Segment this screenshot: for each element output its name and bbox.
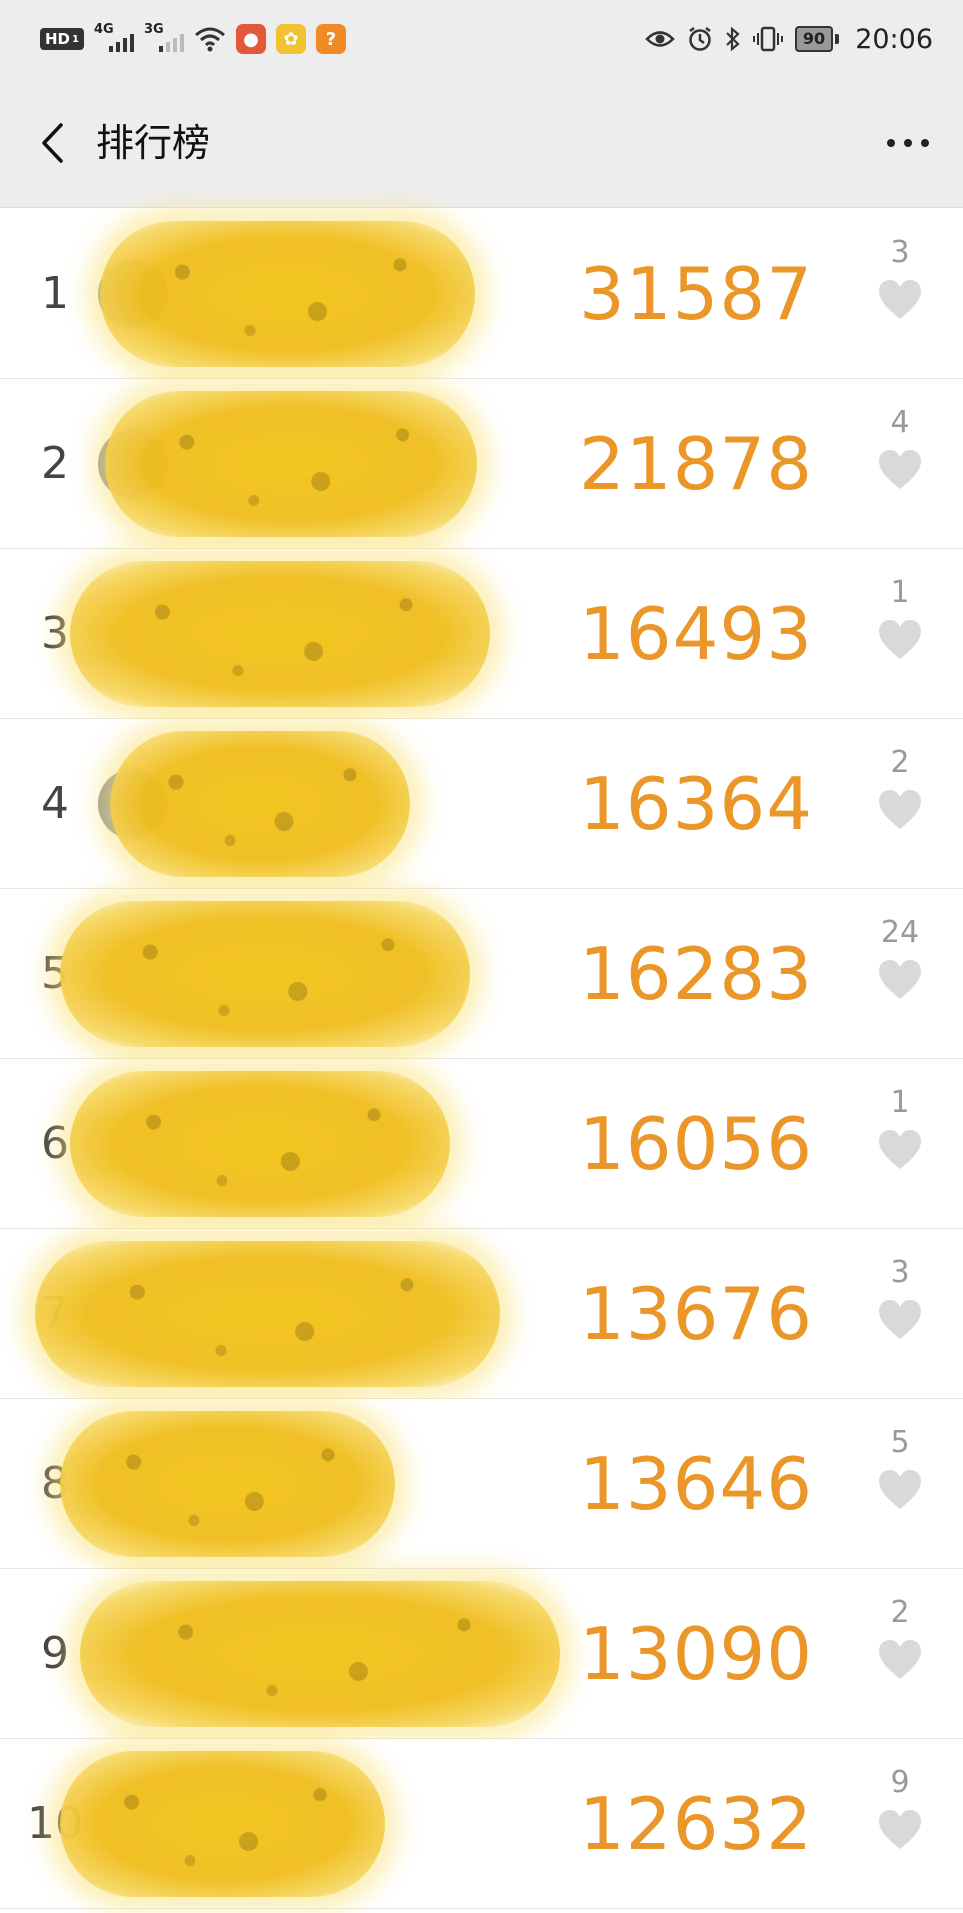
ranking-row[interactable]: 6 16056 1 (0, 1059, 963, 1229)
like-count: 24 (880, 915, 920, 950)
clock: 20:06 (855, 23, 933, 55)
redacted-user-info (80, 1581, 560, 1727)
more-button[interactable] (873, 123, 943, 163)
step-count: 13090 (578, 1612, 813, 1696)
more-dots-icon (887, 139, 895, 147)
like-button[interactable]: 1 (855, 1083, 945, 1171)
like-count: 2 (890, 745, 910, 780)
like-button[interactable]: 2 (855, 743, 945, 831)
ranking-row[interactable]: 4 16364 2 (0, 719, 963, 889)
signal-4g-icon: 4G (94, 22, 134, 54)
rank-number: 1 (41, 268, 69, 319)
hd-label: HD (45, 30, 71, 48)
status-left: HD 1 4G 3G ● ✿ ? (40, 20, 346, 58)
ranking-row[interactable]: 1 31587 3 (0, 209, 963, 379)
battery-icon: 90 (794, 26, 840, 52)
heart-icon (879, 450, 921, 489)
ranking-row[interactable]: 2 21878 4 (0, 379, 963, 549)
ranking-row[interactable]: 9 13090 2 (0, 1569, 963, 1739)
redacted-user-info (100, 221, 475, 367)
redacted-user-info (35, 1241, 500, 1387)
like-button[interactable]: 9 (855, 1763, 945, 1851)
back-button[interactable] (30, 113, 74, 173)
like-button[interactable]: 2 (855, 1593, 945, 1681)
step-count: 16493 (578, 592, 813, 676)
step-count: 31587 (578, 252, 813, 336)
redacted-user-info (70, 1071, 450, 1217)
rank-number: 2 (41, 438, 69, 489)
hd-badge: HD 1 (40, 28, 84, 50)
like-button[interactable]: 1 (855, 573, 945, 661)
hd-sub: 1 (72, 33, 79, 45)
like-count: 5 (890, 1425, 910, 1460)
step-count: 21878 (578, 422, 813, 506)
like-count: 2 (890, 1595, 910, 1630)
like-count: 9 (890, 1765, 910, 1800)
app-notification-icon: ✿ (275, 24, 306, 54)
signal-3g-icon: 3G (144, 22, 184, 54)
step-count: 16283 (578, 932, 813, 1016)
step-count: 13646 (578, 1442, 813, 1526)
like-button[interactable]: 5 (855, 1423, 945, 1511)
eye-icon (645, 31, 675, 47)
heart-icon (879, 1810, 921, 1849)
like-count: 4 (890, 405, 910, 440)
heart-icon (879, 960, 921, 999)
heart-icon (879, 1130, 921, 1169)
status-bar: HD 1 4G 3G ● ✿ ? 90 20:06 (0, 0, 963, 78)
step-count: 12632 (578, 1782, 813, 1866)
like-count: 1 (890, 1085, 910, 1120)
app-notification-icon: ? (315, 24, 346, 54)
step-count: 16364 (578, 762, 813, 846)
step-count: 13676 (578, 1272, 813, 1356)
like-button[interactable]: 3 (855, 233, 945, 321)
heart-icon (879, 790, 921, 829)
redacted-user-info (110, 731, 410, 877)
ranking-row[interactable]: 5 16283 24 (0, 889, 963, 1059)
heart-icon (879, 1470, 921, 1509)
ranking-list: 1 31587 3 2 21878 4 3 16493 1 4 16364 2 5 16283 24 6 160… (0, 209, 963, 1909)
ranking-row[interactable]: 10 12632 9 (0, 1739, 963, 1909)
nav-bar: 排行榜 (0, 78, 963, 208)
heart-icon (879, 280, 921, 319)
chevron-left-icon (42, 123, 63, 163)
wifi-icon (195, 27, 225, 52)
page-title: 排行榜 (96, 121, 211, 165)
like-button[interactable]: 24 (855, 913, 945, 1001)
app-notification-icon: ● (235, 24, 266, 54)
status-right: 90 20:06 (645, 20, 933, 58)
battery-level: 90 (794, 26, 834, 52)
redacted-user-info (70, 561, 490, 707)
rank-number: 4 (41, 778, 69, 829)
heart-icon (879, 1300, 921, 1339)
vibrate-icon (752, 26, 783, 52)
ranking-row[interactable]: 8 13646 5 (0, 1399, 963, 1569)
like-button[interactable]: 3 (855, 1253, 945, 1341)
alarm-icon (689, 27, 711, 51)
redacted-user-info (60, 1751, 385, 1897)
like-count: 3 (890, 235, 910, 270)
like-count: 3 (890, 1255, 910, 1290)
redacted-user-info (60, 901, 470, 1047)
ranking-row[interactable]: 3 16493 1 (0, 549, 963, 719)
like-button[interactable]: 4 (855, 403, 945, 491)
bluetooth-icon (726, 26, 740, 52)
heart-icon (879, 620, 921, 659)
redacted-user-info (60, 1411, 395, 1557)
like-count: 1 (890, 575, 910, 610)
step-count: 16056 (578, 1102, 813, 1186)
ranking-row[interactable]: 7136763 (0, 1229, 963, 1399)
redacted-user-info (105, 391, 477, 537)
heart-icon (879, 1640, 921, 1679)
